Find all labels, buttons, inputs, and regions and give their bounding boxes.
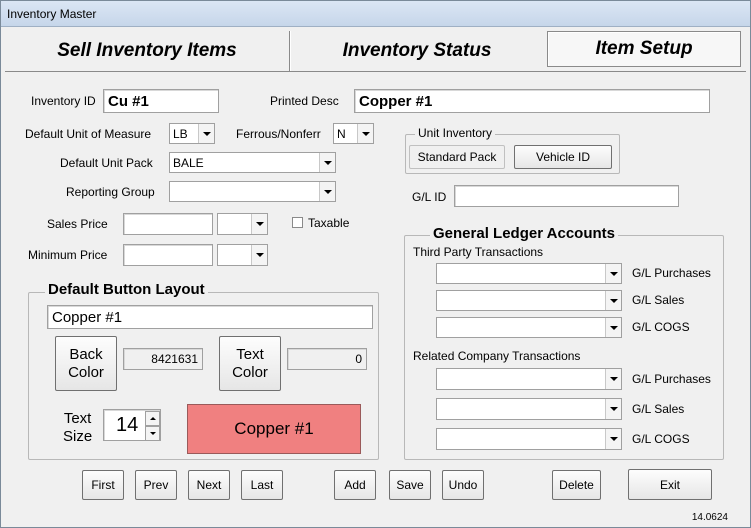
gl-id-field[interactable] bbox=[454, 185, 679, 207]
gl-accounts-title: General Ledger Accounts bbox=[430, 225, 618, 242]
standard-pack-button[interactable]: Standard Pack bbox=[409, 145, 505, 169]
gl-tp-sales-dropdown[interactable] bbox=[436, 290, 622, 311]
reporting-group-dropdown[interactable] bbox=[169, 181, 336, 202]
default-unit-pack-dropdown[interactable]: BALE bbox=[169, 152, 336, 173]
text-color-button[interactable]: Text Color bbox=[219, 336, 281, 391]
chevron-down-icon[interactable] bbox=[251, 245, 267, 265]
gl-id-label: G/L ID bbox=[412, 190, 447, 204]
sales-price-label: Sales Price bbox=[47, 217, 108, 231]
text-color-value: 0 bbox=[287, 348, 367, 370]
exit-button[interactable]: Exit bbox=[628, 469, 712, 500]
inventory-id-label: Inventory ID bbox=[31, 94, 96, 108]
ferrous-value: N bbox=[337, 126, 346, 141]
default-uom-dropdown[interactable]: LB bbox=[169, 123, 215, 144]
window-title: Inventory Master bbox=[7, 7, 97, 21]
ferrous-dropdown[interactable]: N bbox=[333, 123, 374, 144]
chevron-down-icon[interactable] bbox=[605, 369, 621, 389]
gl-tp-purchases-dropdown[interactable] bbox=[436, 263, 622, 284]
chevron-down-icon[interactable] bbox=[605, 429, 621, 449]
third-party-title: Third Party Transactions bbox=[413, 245, 544, 259]
sales-price-unit-dropdown[interactable] bbox=[217, 213, 268, 235]
gl-tp-cogs-label: G/L COGS bbox=[632, 320, 690, 334]
chevron-down-icon[interactable] bbox=[605, 264, 621, 283]
text-size-value: 14 bbox=[116, 413, 139, 436]
gl-rc-purchases-label: G/L Purchases bbox=[632, 372, 711, 386]
back-color-value: 8421631 bbox=[123, 348, 203, 370]
button-preview[interactable]: Copper #1 bbox=[187, 404, 361, 454]
unit-inventory-title: Unit Inventory bbox=[415, 126, 496, 140]
taxable-checkbox[interactable] bbox=[292, 217, 303, 228]
gl-rc-purchases-dropdown[interactable] bbox=[436, 368, 622, 390]
default-uom-label: Default Unit of Measure bbox=[25, 127, 152, 141]
last-button[interactable]: Last bbox=[241, 470, 283, 500]
chevron-down-icon[interactable] bbox=[319, 153, 335, 172]
spin-down-icon[interactable] bbox=[145, 426, 160, 441]
gl-tp-cogs-dropdown[interactable] bbox=[436, 317, 622, 338]
tab-divider bbox=[289, 31, 291, 71]
title-bar: Inventory Master bbox=[1, 1, 750, 27]
prev-button[interactable]: Prev bbox=[135, 470, 177, 500]
default-unit-pack-label: Default Unit Pack bbox=[60, 156, 153, 170]
vehicle-id-button[interactable]: Vehicle ID bbox=[514, 145, 612, 169]
undo-button[interactable]: Undo bbox=[442, 470, 484, 500]
reporting-group-label: Reporting Group bbox=[66, 185, 155, 199]
tab-sell-inventory-items[interactable]: Sell Inventory Items bbox=[7, 31, 287, 71]
first-button[interactable]: First bbox=[82, 470, 124, 500]
spin-up-icon[interactable] bbox=[145, 411, 160, 426]
ferrous-label: Ferrous/Nonferr bbox=[236, 127, 321, 141]
text-size-label: Text Size bbox=[63, 410, 93, 445]
gl-tp-sales-label: G/L Sales bbox=[632, 293, 685, 307]
chevron-down-icon[interactable] bbox=[251, 214, 267, 234]
inventory-id-field[interactable]: Cu #1 bbox=[103, 89, 219, 113]
button-layout-title: Default Button Layout bbox=[45, 281, 208, 298]
printed-desc-label: Printed Desc bbox=[270, 94, 339, 108]
sales-price-field[interactable] bbox=[123, 213, 213, 235]
version-label: 14.0624 bbox=[691, 512, 728, 523]
gl-rc-sales-dropdown[interactable] bbox=[436, 398, 622, 420]
printed-desc-field[interactable]: Copper #1 bbox=[354, 89, 710, 113]
save-button[interactable]: Save bbox=[389, 470, 431, 500]
gl-rc-cogs-label: G/L COGS bbox=[632, 432, 690, 446]
chevron-down-icon[interactable] bbox=[357, 124, 373, 143]
chevron-down-icon[interactable] bbox=[605, 291, 621, 310]
chevron-down-icon[interactable] bbox=[605, 399, 621, 419]
minimum-price-field[interactable] bbox=[123, 244, 213, 266]
chevron-down-icon[interactable] bbox=[198, 124, 214, 143]
inventory-master-window: Inventory Master Sell Inventory Items In… bbox=[0, 0, 751, 528]
taxable-label: Taxable bbox=[308, 216, 350, 230]
delete-button[interactable]: Delete bbox=[552, 470, 601, 500]
default-unit-pack-value: BALE bbox=[173, 155, 204, 170]
minimum-price-unit-dropdown[interactable] bbox=[217, 244, 268, 266]
minimum-price-label: Minimum Price bbox=[28, 248, 108, 262]
gl-rc-sales-label: G/L Sales bbox=[632, 402, 685, 416]
add-button[interactable]: Add bbox=[334, 470, 376, 500]
gl-rc-cogs-dropdown[interactable] bbox=[436, 428, 622, 450]
related-company-title: Related Company Transactions bbox=[413, 349, 581, 363]
chevron-down-icon[interactable] bbox=[605, 318, 621, 337]
tabs-underline bbox=[5, 71, 746, 72]
back-color-button[interactable]: Back Color bbox=[55, 336, 117, 391]
chevron-down-icon[interactable] bbox=[319, 182, 335, 201]
gl-tp-purchases-label: G/L Purchases bbox=[632, 266, 711, 280]
next-button[interactable]: Next bbox=[188, 470, 230, 500]
button-caption-field[interactable]: Copper #1 bbox=[47, 305, 373, 329]
default-uom-value: LB bbox=[173, 126, 188, 141]
tab-item-setup[interactable]: Item Setup bbox=[547, 31, 741, 67]
tab-inventory-status[interactable]: Inventory Status bbox=[293, 31, 541, 71]
